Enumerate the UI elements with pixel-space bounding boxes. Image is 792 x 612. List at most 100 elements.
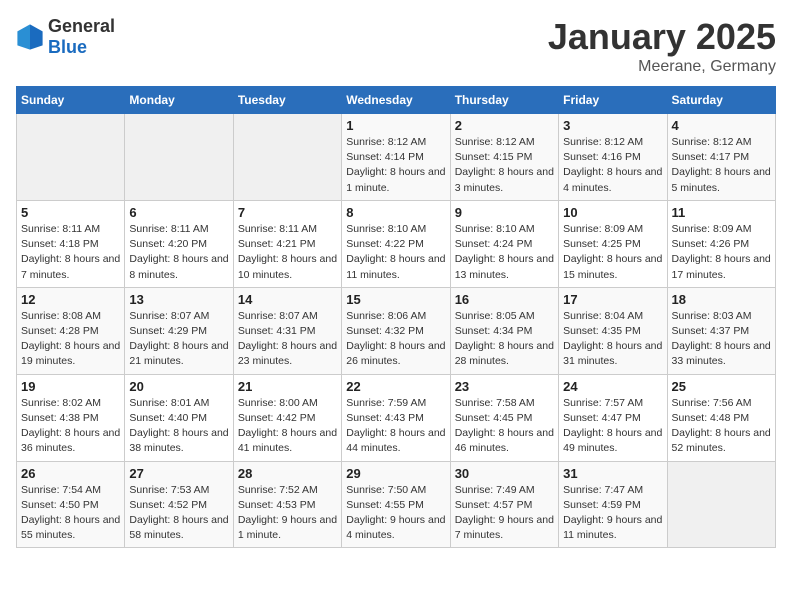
weekday-header-friday: Friday <box>559 87 667 114</box>
day-info: Sunrise: 8:10 AMSunset: 4:22 PMDaylight:… <box>346 222 445 283</box>
calendar-cell: 11 Sunrise: 8:09 AMSunset: 4:26 PMDayligh… <box>667 200 775 287</box>
calendar-cell: 8Sunrise: 8:10 AMSunset: 4:22 PMDaylight… <box>342 200 450 287</box>
day-info: Sunrise: 8:09 AMSunset: 4:25 PMDaylight:… <box>563 222 662 283</box>
calendar-body: 1 Sunrise: 8:12 AMSunset: 4:14 PMDaylight… <box>17 114 776 548</box>
day-number: 13 <box>129 292 228 307</box>
day-info: Sunrise: 7:47 AMSunset: 4:59 PMDaylight:… <box>563 483 662 544</box>
calendar-cell: 31 Sunrise: 7:47 AMSunset: 4:59 PMDayligh… <box>559 461 667 548</box>
weekday-header-wednesday: Wednesday <box>342 87 450 114</box>
day-number: 25 <box>672 379 771 394</box>
logo: General Blue <box>16 16 115 58</box>
logo-general: General <box>48 16 115 36</box>
day-info: Sunrise: 7:54 AMSunset: 4:50 PMDaylight:… <box>21 483 120 544</box>
day-number: 23 <box>455 379 554 394</box>
day-number: 26 <box>21 466 120 481</box>
calendar-cell: 23 Sunrise: 7:58 AMSunset: 4:45 PMDayligh… <box>450 374 558 461</box>
calendar-subtitle: Meerane, Germany <box>548 58 776 76</box>
day-number: 19 <box>21 379 120 394</box>
day-info: Sunrise: 8:09 AMSunset: 4:26 PMDaylight:… <box>672 222 771 283</box>
logo-text: General Blue <box>48 16 115 58</box>
day-number: 31 <box>563 466 662 481</box>
day-info: Sunrise: 8:04 AMSunset: 4:35 PMDaylight:… <box>563 309 662 370</box>
weekday-header-monday: Monday <box>125 87 233 114</box>
week-row-1: 1 Sunrise: 8:12 AMSunset: 4:14 PMDaylight… <box>17 114 776 201</box>
weekday-header-saturday: Saturday <box>667 87 775 114</box>
logo-blue: Blue <box>48 37 87 57</box>
weekday-header-row: SundayMondayTuesdayWednesdayThursdayFrid… <box>17 87 776 114</box>
calendar-cell: 26 Sunrise: 7:54 AMSunset: 4:50 PMDayligh… <box>17 461 125 548</box>
day-info: Sunrise: 7:49 AMSunset: 4:57 PMDaylight:… <box>455 483 554 544</box>
weekday-header-tuesday: Tuesday <box>233 87 341 114</box>
day-info: Sunrise: 8:05 AMSunset: 4:34 PMDaylight:… <box>455 309 554 370</box>
calendar-cell: 24 Sunrise: 7:57 AMSunset: 4:47 PMDayligh… <box>559 374 667 461</box>
week-row-3: 12 Sunrise: 8:08 AMSunset: 4:28 PMDayligh… <box>17 287 776 374</box>
day-info: Sunrise: 8:12 AMSunset: 4:16 PMDaylight:… <box>563 135 662 196</box>
day-number: 14 <box>238 292 337 307</box>
day-info: Sunrise: 7:50 AMSunset: 4:55 PMDaylight:… <box>346 483 445 544</box>
day-info: Sunrise: 7:58 AMSunset: 4:45 PMDaylight:… <box>455 396 554 457</box>
day-number: 28 <box>238 466 337 481</box>
day-number: 29 <box>346 466 445 481</box>
calendar-cell <box>125 114 233 201</box>
day-info: Sunrise: 8:10 AMSunset: 4:24 PMDaylight:… <box>455 222 554 283</box>
day-info: Sunrise: 8:11 AMSunset: 4:20 PMDaylight:… <box>129 222 228 283</box>
day-number: 16 <box>455 292 554 307</box>
day-info: Sunrise: 8:00 AMSunset: 4:42 PMDaylight:… <box>238 396 337 457</box>
day-number: 22 <box>346 379 445 394</box>
day-number: 5 <box>21 205 120 220</box>
day-number: 27 <box>129 466 228 481</box>
day-number: 20 <box>129 379 228 394</box>
day-number: 17 <box>563 292 662 307</box>
day-number: 3 <box>563 118 662 133</box>
day-number: 11 <box>672 205 771 220</box>
day-number: 24 <box>563 379 662 394</box>
day-number: 21 <box>238 379 337 394</box>
page-header: General Blue January 2025 Meerane, Germa… <box>16 16 776 76</box>
calendar-cell: 7 Sunrise: 8:11 AMSunset: 4:21 PMDaylight… <box>233 200 341 287</box>
calendar-cell: 2Sunrise: 8:12 AMSunset: 4:15 PMDaylight… <box>450 114 558 201</box>
logo-icon <box>16 23 44 51</box>
day-number: 1 <box>346 118 445 133</box>
day-number: 15 <box>346 292 445 307</box>
calendar-cell: 30 Sunrise: 7:49 AMSunset: 4:57 PMDayligh… <box>450 461 558 548</box>
calendar-table: SundayMondayTuesdayWednesdayThursdayFrid… <box>16 86 776 548</box>
day-number: 18 <box>672 292 771 307</box>
calendar-cell <box>667 461 775 548</box>
calendar-cell: 10 Sunrise: 8:09 AMSunset: 4:25 PMDayligh… <box>559 200 667 287</box>
calendar-cell: 19Sunrise: 8:02 AMSunset: 4:38 PMDayligh… <box>17 374 125 461</box>
day-number: 12 <box>21 292 120 307</box>
calendar-cell: 25 Sunrise: 7:56 AMSunset: 4:48 PMDayligh… <box>667 374 775 461</box>
day-info: Sunrise: 7:56 AMSunset: 4:48 PMDaylight:… <box>672 396 771 457</box>
calendar-cell: 22 Sunrise: 7:59 AMSunset: 4:43 PMDayligh… <box>342 374 450 461</box>
day-info: Sunrise: 8:08 AMSunset: 4:28 PMDaylight:… <box>21 309 120 370</box>
calendar-cell: 29 Sunrise: 7:50 AMSunset: 4:55 PMDayligh… <box>342 461 450 548</box>
day-number: 10 <box>563 205 662 220</box>
calendar-header: SundayMondayTuesdayWednesdayThursdayFrid… <box>17 87 776 114</box>
day-number: 30 <box>455 466 554 481</box>
calendar-cell: 17 Sunrise: 8:04 AMSunset: 4:35 PMDayligh… <box>559 287 667 374</box>
week-row-5: 26 Sunrise: 7:54 AMSunset: 4:50 PMDayligh… <box>17 461 776 548</box>
calendar-cell: 5Sunrise: 8:11 AMSunset: 4:18 PMDaylight… <box>17 200 125 287</box>
day-info: Sunrise: 7:57 AMSunset: 4:47 PMDaylight:… <box>563 396 662 457</box>
day-number: 7 <box>238 205 337 220</box>
day-info: Sunrise: 8:11 AMSunset: 4:21 PMDaylight:… <box>238 222 337 283</box>
day-info: Sunrise: 7:53 AMSunset: 4:52 PMDaylight:… <box>129 483 228 544</box>
calendar-cell: 12 Sunrise: 8:08 AMSunset: 4:28 PMDayligh… <box>17 287 125 374</box>
calendar-cell: 3 Sunrise: 8:12 AMSunset: 4:16 PMDaylight… <box>559 114 667 201</box>
week-row-2: 5Sunrise: 8:11 AMSunset: 4:18 PMDaylight… <box>17 200 776 287</box>
calendar-cell: 28Sunrise: 7:52 AMSunset: 4:53 PMDayligh… <box>233 461 341 548</box>
day-info: Sunrise: 8:01 AMSunset: 4:40 PMDaylight:… <box>129 396 228 457</box>
day-info: Sunrise: 7:59 AMSunset: 4:43 PMDaylight:… <box>346 396 445 457</box>
day-info: Sunrise: 8:07 AMSunset: 4:31 PMDaylight:… <box>238 309 337 370</box>
calendar-cell <box>17 114 125 201</box>
day-number: 2 <box>455 118 554 133</box>
day-number: 6 <box>129 205 228 220</box>
title-block: January 2025 Meerane, Germany <box>548 16 776 76</box>
calendar-cell: 27 Sunrise: 7:53 AMSunset: 4:52 PMDayligh… <box>125 461 233 548</box>
day-info: Sunrise: 8:12 AMSunset: 4:17 PMDaylight:… <box>672 135 771 196</box>
calendar-cell: 9Sunrise: 8:10 AMSunset: 4:24 PMDaylight… <box>450 200 558 287</box>
calendar-cell: 6 Sunrise: 8:11 AMSunset: 4:20 PMDaylight… <box>125 200 233 287</box>
calendar-cell: 16 Sunrise: 8:05 AMSunset: 4:34 PMDayligh… <box>450 287 558 374</box>
day-info: Sunrise: 8:12 AMSunset: 4:14 PMDaylight:… <box>346 135 445 196</box>
calendar-cell: 21 Sunrise: 8:00 AMSunset: 4:42 PMDayligh… <box>233 374 341 461</box>
